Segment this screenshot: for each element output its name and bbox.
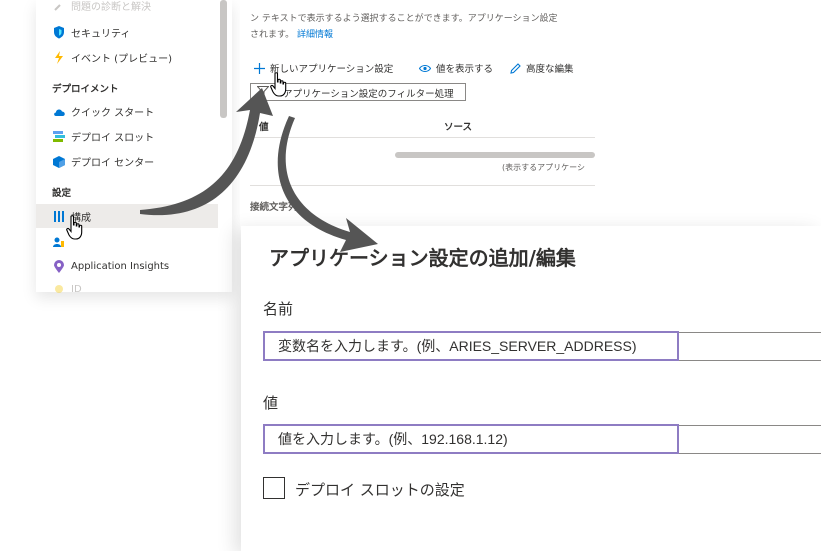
arrow-to-toolbar-icon	[140, 88, 273, 216]
arrow-to-dialog-icon	[277, 116, 378, 252]
annotation-arrows	[140, 88, 378, 252]
hand-cursor-icon	[270, 72, 287, 97]
hand-cursor-icon	[66, 215, 83, 240]
